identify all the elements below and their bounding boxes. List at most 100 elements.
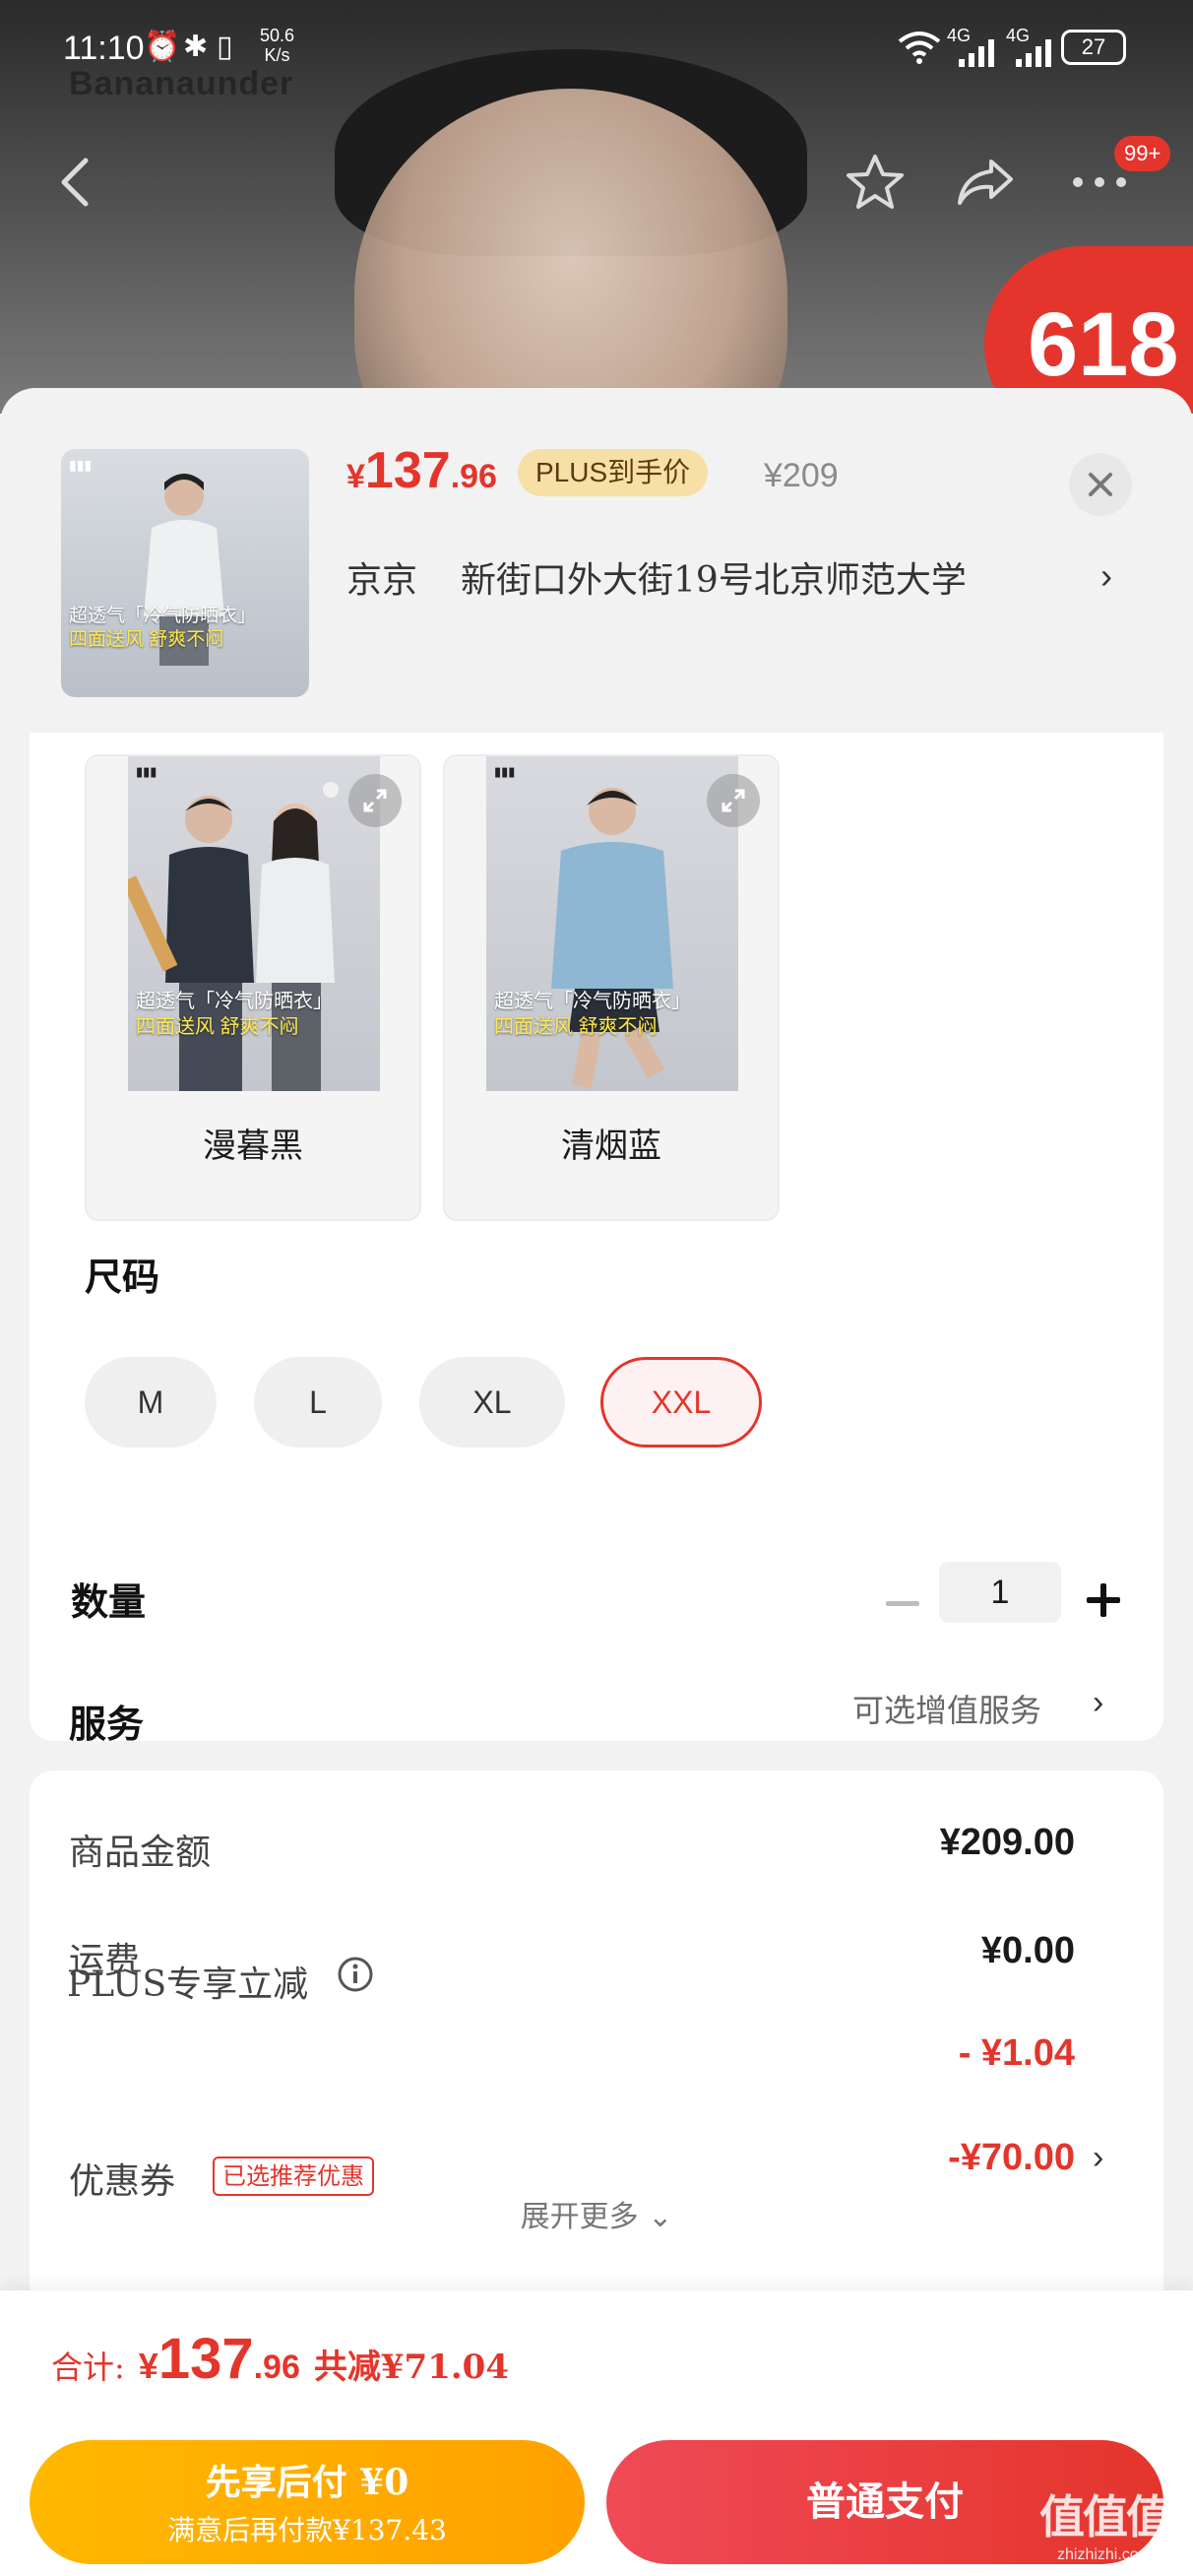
- expand-image-button[interactable]: [707, 774, 760, 827]
- service-title: 服务: [69, 1702, 145, 1746]
- vibrate-icon: ▯: [217, 31, 233, 63]
- price-decimal: .96: [450, 458, 497, 495]
- price-symbol: ¥: [346, 458, 365, 495]
- delivery-address[interactable]: 京京 新街口外大街19号北京师范大学: [346, 551, 1134, 603]
- total-integer: 137: [157, 2327, 254, 2391]
- pay-later-title: 先享后付 ¥0: [205, 2462, 409, 2503]
- product-thumbnail[interactable]: ▮▮▮ 超透气「冷气防晒衣」 四面送风 舒爽不闷: [61, 449, 309, 697]
- image-brand-logo: ▮▮▮: [136, 764, 157, 779]
- couple-models-illustration: [128, 782, 339, 1091]
- image-brand-logo: ▮▮▮: [494, 764, 516, 779]
- star-icon: [847, 155, 904, 209]
- color-option-black[interactable]: ▮▮▮ 超透气「冷气防晒衣」 四面送风 舒爽不闷 漫暮黑: [85, 754, 421, 1221]
- goods-amount-value: ¥209.00: [939, 1822, 1075, 1863]
- original-price: ¥209: [764, 457, 839, 494]
- color-caption-line-2: 四面送风 舒爽不闷: [494, 1016, 658, 1038]
- total-saving: 共减¥71.04: [313, 2348, 509, 2387]
- goods-amount-label: 商品金额: [69, 1833, 212, 1873]
- message-count-badge: 99+: [1114, 136, 1171, 171]
- size-option-xxl[interactable]: XXL: [600, 1357, 762, 1448]
- coupon-value[interactable]: -¥70.00: [948, 2137, 1075, 2179]
- total-price: 合计: ¥137.96 共减¥71.04: [51, 2326, 509, 2392]
- product-summary: ▮▮▮ 超透气「冷气防晒衣」 四面送风 舒爽不闷 ¥137.96 PLUS到手价…: [0, 388, 1193, 733]
- bluetooth-icon: ✱: [183, 31, 209, 63]
- color-option-label: 清烟蓝: [561, 1127, 661, 1166]
- status-bar: 11:10 ⏰ ✱ ▯ 50.6 K/s 4G 4G 27: [0, 0, 1193, 98]
- signal-bars-2-icon: [1014, 39, 1053, 75]
- size-option-l[interactable]: L: [254, 1357, 382, 1448]
- net-speed-unit: K/s: [264, 45, 290, 65]
- site-watermark: 值值值 zhizhizhi.com: [1039, 2481, 1171, 2564]
- plus-price-tag: PLUS到手价: [518, 449, 709, 496]
- quantity-title: 数量: [71, 1579, 147, 1624]
- plus-discount-value: - ¥1.04: [958, 2032, 1075, 2074]
- status-time: 11:10: [63, 30, 145, 67]
- color-caption-line-1: 超透气「冷气防晒衣」: [136, 991, 333, 1012]
- plus-discount-label: PLUS专享立减: [67, 1964, 309, 2005]
- pay-later-button[interactable]: 先享后付 ¥0 满意后再付款¥137.43: [30, 2440, 585, 2564]
- signal-bars-1-icon: [957, 39, 996, 75]
- total-label: 合计:: [51, 2349, 125, 2386]
- color-option-caption: 超透气「冷气防晒衣」 四面送风 舒爽不闷: [494, 989, 691, 1040]
- color-option-label: 漫暮黑: [203, 1127, 303, 1166]
- quantity-stepper[interactable]: 1: [939, 1562, 1061, 1623]
- expand-icon: [722, 789, 745, 812]
- pay-later-subtitle: 满意后再付款¥137.43: [167, 2514, 447, 2546]
- share-button[interactable]: [951, 148, 1020, 217]
- thumbnail-caption: 超透气「冷气防晒衣」 四面送风 舒爽不闷: [69, 605, 256, 652]
- coupon-chevron-right-icon: ›: [1093, 2139, 1104, 2176]
- color-option-image: ▮▮▮ 超透气「冷气防晒衣」 四面送风 舒爽不闷: [486, 756, 738, 1091]
- quantity-decrease-button[interactable]: [878, 1579, 927, 1629]
- total-symbol: ¥: [138, 2346, 158, 2386]
- service-chevron-right-icon: ›: [1093, 1684, 1104, 1721]
- color-caption-line-1: 超透气「冷气防晒衣」: [494, 991, 691, 1012]
- alarm-icon: ⏰: [144, 31, 181, 63]
- color-option-caption: 超透气「冷气防晒衣」 四面送风 舒爽不闷: [136, 989, 333, 1040]
- sku-options-card: ▮▮▮ 超透气「冷气防晒衣」 四面送风 舒爽不闷 漫暮黑 ▮▮▮ 超透气「冷气防…: [30, 733, 1163, 1746]
- back-icon: [61, 158, 89, 207]
- price-breakdown-card: 商品金额 ¥209.00 运费 ¥0.00 PLUS专享立减 - ¥1.04 优…: [30, 1771, 1163, 2322]
- size-option-m[interactable]: M: [85, 1357, 217, 1448]
- back-button[interactable]: [39, 148, 108, 217]
- thumbnail-brand-logo: ▮▮▮: [69, 457, 93, 473]
- favorite-button[interactable]: [841, 148, 910, 217]
- net-speed-value: 50.6: [260, 26, 295, 45]
- coupon-recommended-tag: 已选推荐优惠: [213, 2157, 374, 2196]
- size-option-xl[interactable]: XL: [419, 1357, 565, 1448]
- expand-icon: [363, 789, 387, 812]
- address-text: 新街口外大街19号北京师范大学: [461, 560, 967, 601]
- color-option-image: ▮▮▮ 超透气「冷气防晒衣」 四面送风 舒爽不闷: [128, 756, 380, 1091]
- expand-more-label: 展开更多: [520, 2200, 639, 2234]
- price-integer: 137: [364, 442, 451, 499]
- share-icon: [958, 160, 1013, 205]
- info-icon[interactable]: [337, 1956, 374, 1993]
- net-speed: 50.6 K/s: [260, 26, 294, 65]
- quantity-increase-button[interactable]: [1079, 1576, 1128, 1625]
- chevron-down-icon: ⌄: [648, 2200, 673, 2234]
- running-model-illustration: [551, 788, 673, 1089]
- watermark-url: zhizhizhi.com: [1056, 2546, 1153, 2563]
- size-section-title: 尺码: [85, 1255, 160, 1299]
- close-button[interactable]: [1069, 453, 1132, 516]
- thumbnail-caption-line-2: 四面送风 舒爽不闷: [69, 629, 224, 650]
- close-icon: [1089, 473, 1112, 496]
- battery-indicator: 27: [1061, 30, 1126, 65]
- address-prefix: 京京: [346, 560, 418, 601]
- expand-more-link[interactable]: 展开更多 ⌄: [30, 2192, 1163, 2235]
- current-price: ¥137.96: [346, 441, 497, 500]
- more-icon: [1073, 177, 1126, 187]
- value-added-service-link[interactable]: 可选增值服务: [852, 1686, 1041, 1731]
- minus-icon: [886, 1601, 919, 1606]
- plus-icon: [1087, 1583, 1120, 1617]
- expand-image-button[interactable]: [348, 774, 402, 827]
- sku-selection-sheet: ▮▮▮ 超透气「冷气防晒衣」 四面送风 舒爽不闷 ¥137.96 PLUS到手价…: [0, 388, 1193, 2576]
- watermark-logo: 值值值: [1039, 2491, 1171, 2543]
- thumbnail-caption-line-1: 超透气「冷气防晒衣」: [69, 606, 257, 626]
- color-caption-line-2: 四面送风 舒爽不闷: [136, 1016, 299, 1038]
- wifi-icon: [898, 30, 941, 73]
- shipping-value: ¥0.00: [980, 1930, 1075, 1971]
- checkout-bar: 合计: ¥137.96 共减¥71.04 先享后付 ¥0 满意后再付款¥137.43…: [0, 2290, 1193, 2576]
- address-chevron-right-icon: ›: [1100, 555, 1112, 596]
- total-decimal: .96: [253, 2349, 300, 2386]
- color-option-blue[interactable]: ▮▮▮ 超透气「冷气防晒衣」 四面送风 舒爽不闷 清烟蓝: [443, 754, 780, 1221]
